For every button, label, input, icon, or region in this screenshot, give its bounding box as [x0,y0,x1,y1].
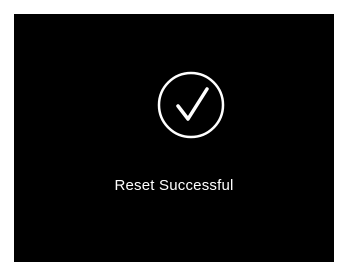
checkmark-circle-icon [157,71,225,139]
reset-success-screen [14,14,334,262]
reset-status-message: Reset Successful [114,177,234,194]
